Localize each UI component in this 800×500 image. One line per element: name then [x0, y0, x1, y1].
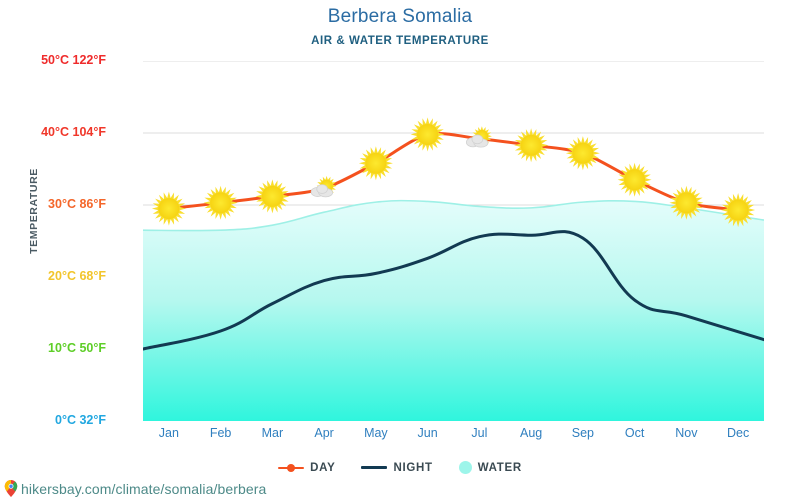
chart-subtitle: AIR & WATER TEMPERATURE	[311, 35, 489, 47]
sun-icon	[565, 136, 600, 171]
circle-icon	[458, 461, 472, 474]
y-axis-label: TEMPERATURE	[28, 168, 40, 254]
sun-icon	[151, 191, 186, 226]
line-icon	[361, 466, 388, 469]
footer-url: hikersbay.com/climate/somalia/berbera	[21, 480, 267, 497]
legend-label: NIGHT	[393, 461, 433, 474]
plot-area	[143, 61, 764, 421]
legend-item-water[interactable]: WATER	[458, 461, 522, 474]
sun-icon	[358, 146, 393, 181]
legend-label: WATER	[477, 461, 522, 474]
x-tick-label-dec: Dec	[727, 426, 750, 440]
water-area-series	[143, 199, 764, 421]
legend-item-night[interactable]: NIGHT	[361, 462, 432, 474]
y-tick-label: 40°C 104°F	[41, 125, 106, 139]
sun-behind-cloud-icon	[310, 175, 337, 198]
page-title: Berbera Somalia	[327, 6, 473, 27]
footer: hikersbay.com/climate/somalia/berbera	[4, 480, 266, 497]
y-tick-label: 30°C 86°F	[48, 197, 106, 211]
legend-item-day[interactable]: DAY	[278, 462, 335, 474]
y-tick-label: 10°C 50°F	[48, 341, 106, 355]
sun-icon	[203, 185, 238, 220]
legend-label: DAY	[310, 461, 336, 474]
climate-chart: Berbera Somalia AIR & WATER TEMPERATURE …	[0, 0, 800, 500]
y-tick-label: 20°C 68°F	[48, 269, 106, 283]
sun-icon	[410, 117, 445, 152]
sun-icon	[255, 179, 290, 214]
y-tick-label: 0°C 32°F	[55, 413, 106, 427]
line-marker-icon	[278, 463, 305, 473]
chart-legend: DAY NIGHT WATER	[0, 461, 800, 474]
day-line-series	[167, 131, 740, 212]
location-pin-icon	[4, 480, 18, 497]
y-tick-label: 50°C 122°F	[41, 53, 106, 67]
sun-icon	[617, 162, 652, 197]
